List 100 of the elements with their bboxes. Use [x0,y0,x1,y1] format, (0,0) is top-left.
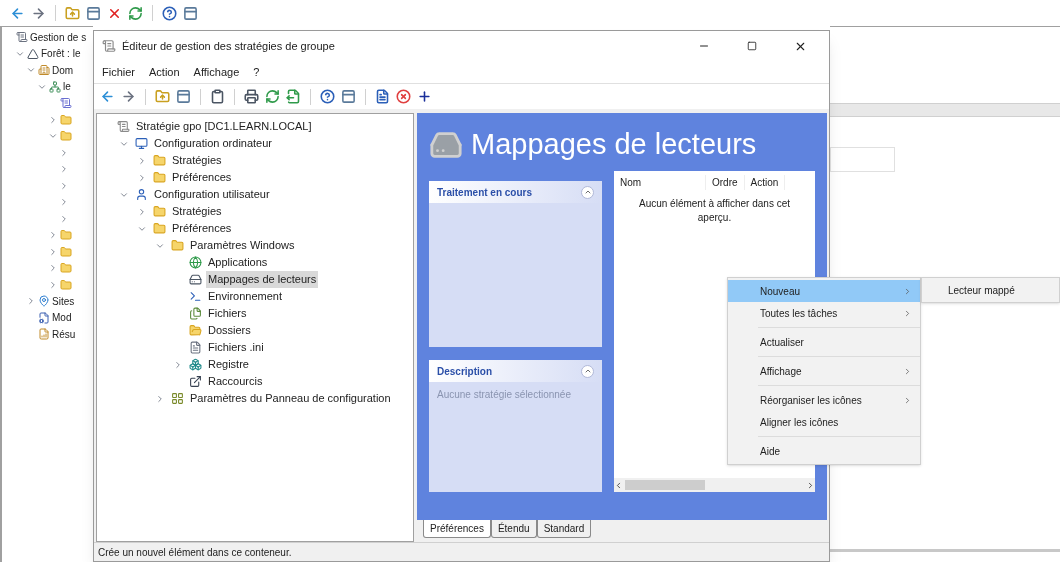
printer-icon[interactable] [244,89,259,104]
console-tree-icon[interactable] [176,89,191,104]
collapse-button[interactable] [581,364,594,378]
tree-item[interactable]: Préférences [170,220,234,237]
stop-icon[interactable] [396,89,411,104]
refresh-icon[interactable] [265,89,280,104]
tree-item[interactable]: Résu [52,326,76,342]
expand-chevron-icon[interactable] [155,393,165,404]
policy-icon [102,39,116,53]
tree-item[interactable]: Configuration utilisateur [152,186,272,203]
tab[interactable]: Préférences [423,520,491,538]
pane-icon[interactable] [183,5,198,21]
folder-icon [60,113,72,126]
folder-icon [60,130,72,143]
pane-icon[interactable] [341,89,356,104]
maximize-icon [747,41,757,51]
menu-item[interactable]: Toutes les tâches [728,302,920,324]
folder-up-icon[interactable] [65,5,80,21]
panel-heading: Mappages de lecteurs [471,127,757,163]
export-icon[interactable] [286,89,301,104]
expand-chevron-icon[interactable] [48,279,58,290]
tree-item[interactable]: Forêt : le [41,46,81,62]
tree-item[interactable]: Dossiers [206,322,253,339]
files-icon [189,307,202,320]
expand-chevron-icon[interactable] [59,180,69,191]
folder-icon [171,239,184,252]
tree-item[interactable]: Environnement [206,288,284,305]
expand-chevron-icon[interactable] [137,206,147,217]
tab[interactable]: Étendu [490,520,537,538]
column-header[interactable]: Nom [614,174,706,190]
scroll-right-icon[interactable] [806,480,815,490]
help-icon[interactable] [162,5,177,21]
tree-item[interactable]: Stratégie gpo [DC1.LEARN.LOCAL] [134,118,314,135]
expand-chevron-icon[interactable] [59,164,69,175]
tree-item[interactable]: Mod [52,310,72,326]
submenu-chevron-icon [903,395,912,405]
menu-item[interactable]: Aide [728,440,920,462]
menu-item[interactable]: Action [149,63,180,81]
file-icon [189,341,202,354]
horizontal-scrollbar[interactable] [614,478,815,492]
expand-chevron-icon[interactable] [48,263,58,274]
tree-item[interactable]: Registre [206,356,251,373]
expand-chevron-icon[interactable] [173,359,183,370]
tree-item[interactable]: Dom [52,62,74,78]
collapse-button[interactable] [581,185,594,199]
expand-chevron-icon[interactable] [59,213,69,224]
refresh-icon[interactable] [128,5,143,21]
menu-item[interactable]: Affichage [193,63,240,81]
tree-item[interactable]: Préférences [170,169,234,186]
menu-item[interactable]: Réorganiser les icônes [728,389,920,411]
help-icon[interactable] [320,89,335,104]
tree-item[interactable]: Fichiers [206,305,249,322]
folder-icon [60,262,72,275]
tree-item[interactable]: Paramètres du Panneau de configuration [188,390,393,407]
menu-item[interactable]: Affichage [728,360,920,382]
expand-chevron-icon[interactable] [48,114,58,125]
menu-item[interactable]: ? [253,63,260,81]
expand-chevron-icon[interactable] [137,155,147,166]
menu-item[interactable]: Actualiser [728,331,920,353]
console-tree-icon[interactable] [86,5,101,21]
tree-item[interactable]: Applications [206,254,270,271]
expand-chevron-icon[interactable] [48,230,58,241]
tree-item[interactable]: Sites [52,293,75,309]
expand-chevron-icon[interactable] [137,172,147,183]
menu-item[interactable]: Aligner les icônes [728,411,920,433]
tree-item[interactable]: Raccourcis [206,373,265,390]
tree-item[interactable]: Paramètres Windows [188,237,297,254]
column-header[interactable]: Action [744,174,786,190]
folder-icon [153,222,166,235]
folder-up-icon[interactable] [155,89,170,104]
tab[interactable]: Standard [536,520,592,538]
expand-chevron-icon[interactable] [48,246,58,257]
scroll-left-icon[interactable] [614,480,623,490]
tree-item[interactable]: Fichiers .ini [206,339,266,356]
folder-icon [153,171,166,184]
tree-item[interactable]: le [63,79,71,95]
expand-chevron-icon[interactable] [26,296,36,307]
chevron-up-icon [583,367,592,375]
forward-arrow-icon[interactable] [121,89,136,104]
tree-item[interactable]: Stratégies [170,203,224,220]
user-icon [135,188,148,201]
menu-item[interactable]: Lecteur mappé [922,280,1059,300]
folder-icon [153,205,166,218]
menu-item[interactable]: Nouveau [728,280,920,302]
tree-item[interactable]: Stratégies [170,152,224,169]
window-title: Éditeur de gestion des stratégies de groupe [122,38,335,54]
plus-icon[interactable] [417,89,432,104]
expand-chevron-icon[interactable] [59,197,69,208]
clipboard-icon[interactable] [210,89,225,104]
tree-item[interactable]: Mappages de lecteurs [206,271,319,288]
menu-item[interactable]: Fichier [102,63,135,81]
policy-icon [16,31,28,44]
tree-item[interactable]: Configuration ordinateur [152,135,275,152]
card-title: Description [437,364,492,379]
forward-arrow-icon[interactable] [31,5,46,21]
chevron-up-icon [583,188,592,196]
tree-item[interactable]: Gestion de s [30,29,87,45]
column-header[interactable]: Ordre [706,174,745,190]
document-icon[interactable] [375,89,390,104]
expand-chevron-icon[interactable] [59,147,69,158]
